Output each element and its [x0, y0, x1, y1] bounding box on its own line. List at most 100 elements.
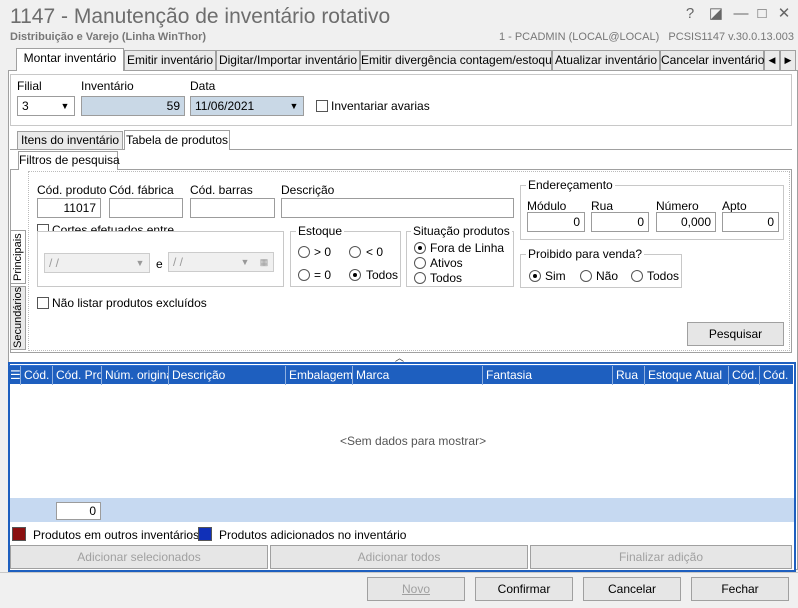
- apto-input[interactable]: 0: [722, 212, 779, 232]
- modulo-input[interactable]: 0: [527, 212, 585, 232]
- numero-input[interactable]: 0,000: [656, 212, 716, 232]
- filial-value: 3: [22, 99, 29, 113]
- col-num-original[interactable]: Núm. original: [102, 366, 169, 385]
- sidetab-secundarios-label: Secundários: [12, 286, 24, 348]
- cortes-date-to[interactable]: / / ▼ ▦: [168, 252, 274, 272]
- col-marca[interactable]: Marca: [353, 366, 483, 385]
- col-rua[interactable]: Rua: [613, 366, 645, 385]
- tab-itens-inventario[interactable]: Itens do inventário: [17, 131, 123, 149]
- adicionar-todos-button[interactable]: Adicionar todos: [270, 545, 528, 569]
- confirmar-button-label: Confirmar: [497, 582, 551, 596]
- tab-tabela-produtos[interactable]: Tabela de produtos: [124, 130, 230, 150]
- enderecamento-label: Endereçamento: [526, 178, 615, 192]
- chevron-down-icon[interactable]: ▼: [57, 98, 73, 114]
- grid-menu-icon[interactable]: ☰: [9, 366, 21, 385]
- minimize-icon[interactable]: —: [731, 4, 751, 24]
- estoque-eq0-radio[interactable]: [298, 269, 310, 281]
- proibido-nao-label: Não: [596, 269, 619, 283]
- estoque-todos-radio[interactable]: [349, 269, 361, 281]
- rua-input[interactable]: 0: [591, 212, 649, 232]
- legend-swatch-adicionados: [198, 527, 212, 541]
- cortes-date-from[interactable]: / / ▼: [44, 253, 150, 273]
- close-icon[interactable]: ✕: [774, 4, 794, 24]
- proibido-sim-radio[interactable]: [529, 270, 541, 282]
- date-to-value: / /: [173, 255, 184, 269]
- tab-scroll-left-icon[interactable]: ◀: [764, 50, 780, 70]
- descricao-input[interactable]: [281, 198, 514, 218]
- pesquisar-button[interactable]: Pesquisar: [687, 322, 784, 346]
- col-descricao[interactable]: Descrição: [169, 366, 286, 385]
- tab-filtros-pesquisa[interactable]: Filtros de pesquisa: [18, 151, 120, 170]
- col-estoque-atual[interactable]: Estoque Atual: [645, 366, 729, 385]
- proibido-todos-radio[interactable]: [631, 270, 643, 282]
- estoque-gt0-label: > 0: [314, 245, 332, 259]
- tab-scroll-right-icon[interactable]: ▶: [780, 50, 796, 70]
- grid-header: ☰ Cód. I Cód. Pro Núm. original Descriçã…: [9, 365, 793, 385]
- restore-icon[interactable]: ◪: [706, 4, 726, 24]
- col-cod-pro[interactable]: Cód. Pro: [53, 366, 102, 385]
- col-cod-b[interactable]: Cód.: [760, 366, 793, 385]
- proibido-sim-label: Sim: [545, 269, 566, 283]
- cod-produto-label: Cód. produto: [37, 183, 107, 197]
- date-from-value: / /: [49, 256, 60, 270]
- novo-button[interactable]: Novo: [367, 577, 465, 601]
- nao-listar-label: Não listar produtos excluídos: [52, 296, 207, 310]
- col-embalagem[interactable]: Embalagem: [286, 366, 353, 385]
- cod-barras-label: Cód. barras: [190, 183, 253, 197]
- adicionar-selecionados-button[interactable]: Adicionar selecionados: [10, 545, 268, 569]
- tab-cancelar-inventario[interactable]: Cancelar inventário: [660, 50, 764, 70]
- window-subtitle: Distribuição e Varejo (Linha WinThor): [10, 31, 207, 43]
- help-icon[interactable]: ?: [680, 4, 700, 24]
- fechar-button[interactable]: Fechar: [691, 577, 789, 601]
- chevron-down-icon[interactable]: ▼: [237, 254, 253, 270]
- sidetab-principais-label: Principais: [12, 233, 24, 281]
- e-label: e: [156, 257, 163, 271]
- sidetab-principais[interactable]: Principais: [10, 230, 26, 284]
- cod-barras-input[interactable]: [190, 198, 275, 218]
- confirmar-button[interactable]: Confirmar: [475, 577, 573, 601]
- chevron-down-icon[interactable]: ▼: [286, 98, 302, 114]
- col-cod-a[interactable]: Cód.: [729, 366, 760, 385]
- maximize-icon[interactable]: □: [752, 4, 772, 24]
- calendar-icon[interactable]: ▦: [256, 254, 272, 270]
- tab-montar-inventario[interactable]: Montar inventário: [16, 48, 124, 71]
- cod-fabrica-label: Cód. fábrica: [109, 183, 174, 197]
- fechar-button-label: Fechar: [721, 582, 759, 596]
- legend-adicionados-label: Produtos adicionados no inventário: [219, 528, 407, 542]
- situacao-fora-radio[interactable]: [414, 242, 426, 254]
- tab-emitir-inventario[interactable]: Emitir inventário: [124, 50, 216, 70]
- avarias-checkbox[interactable]: [316, 100, 328, 112]
- version-info: PCSIS1147 v.30.0.13.003: [668, 31, 794, 43]
- legend-swatch-outros: [12, 527, 26, 541]
- user-info: 1 - PCADMIN (LOCAL@LOCAL): [498, 31, 660, 43]
- situacao-fora-label: Fora de Linha: [430, 241, 505, 255]
- sidetab-secundarios[interactable]: Secundários: [10, 286, 26, 350]
- cod-produto-input[interactable]: 11017: [37, 198, 101, 218]
- finalizar-adicao-button[interactable]: Finalizar adição: [530, 545, 792, 569]
- situacao-todos-radio[interactable]: [414, 272, 426, 284]
- filial-select[interactable]: 3 ▼: [17, 96, 75, 116]
- rua-label: Rua: [591, 199, 614, 213]
- tab-digitar-importar[interactable]: Digitar/Importar inventário: [216, 50, 360, 70]
- cod-fabrica-input[interactable]: [109, 198, 183, 218]
- numero-label: Número: [656, 199, 699, 213]
- nao-listar-checkbox[interactable]: [37, 297, 49, 309]
- descricao-label: Descrição: [281, 183, 335, 197]
- chevron-down-icon[interactable]: ▼: [132, 255, 148, 271]
- main-tabs: Montar inventário Emitir inventário Digi…: [8, 48, 798, 71]
- col-fantasia[interactable]: Fantasia: [483, 366, 613, 385]
- estoque-lt0-radio[interactable]: [349, 246, 361, 258]
- proibido-nao-radio[interactable]: [580, 270, 592, 282]
- tab-atualizar-inventario[interactable]: Atualizar inventário: [552, 50, 660, 70]
- situacao-todos-label: Todos: [430, 271, 463, 285]
- cancelar-button[interactable]: Cancelar: [583, 577, 681, 601]
- tab-emitir-divergencia[interactable]: Emitir divergência contagem/estoque: [360, 50, 558, 70]
- estoque-todos-label: Todos: [366, 268, 399, 282]
- estoque-gt0-radio[interactable]: [298, 246, 310, 258]
- avarias-label: Inventariar avarias: [331, 99, 430, 113]
- situacao-ativos-radio[interactable]: [414, 257, 426, 269]
- col-cod-i[interactable]: Cód. I: [21, 366, 53, 385]
- estoque-eq0-label: = 0: [314, 268, 332, 282]
- novo-button-label: Novo: [401, 582, 430, 596]
- data-field[interactable]: 11/06/2021 ▼: [190, 96, 304, 116]
